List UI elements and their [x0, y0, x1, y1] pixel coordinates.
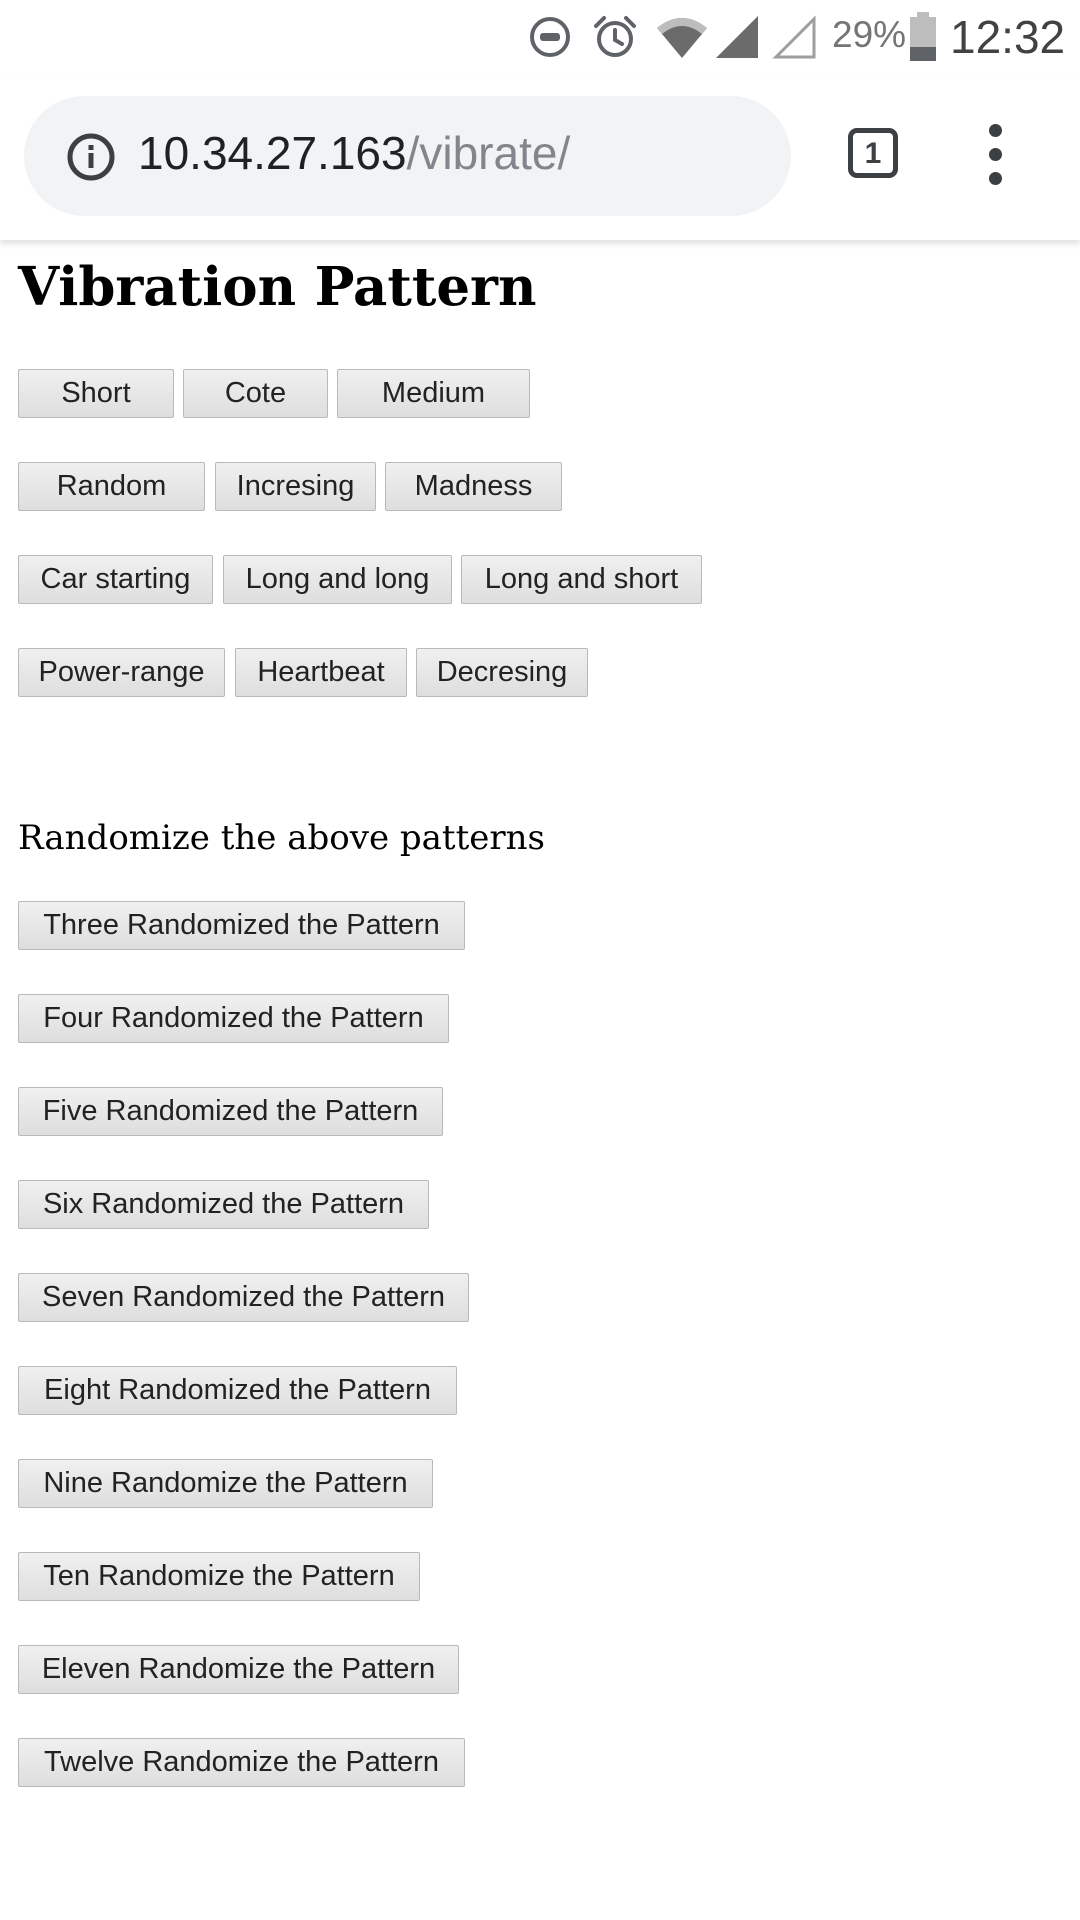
pattern-button-heartbeat[interactable]: Heartbeat: [235, 648, 407, 697]
pattern-button-power-range[interactable]: Power-range: [18, 648, 225, 697]
menu-dot: [989, 148, 1002, 161]
address-bar[interactable]: 10.34.27.163/vibrate/: [24, 96, 791, 216]
pattern-button-cote[interactable]: Cote: [183, 369, 328, 418]
page-title: Vibration Pattern: [18, 256, 537, 318]
pattern-button-short[interactable]: Short: [18, 369, 174, 418]
dnd-icon: [530, 17, 570, 57]
randomize-three-button[interactable]: Three Randomized the Pattern: [18, 901, 465, 950]
pattern-button-decresing[interactable]: Decresing: [416, 648, 588, 697]
pattern-button-incresing[interactable]: Incresing: [215, 462, 376, 511]
wifi-icon: [657, 18, 707, 58]
status-bar: 29% 12:32: [0, 0, 1080, 80]
signal-icon: [716, 16, 758, 58]
menu-dot: [989, 124, 1002, 137]
randomize-ten-button[interactable]: Ten Randomize the Pattern: [18, 1552, 420, 1601]
pattern-button-long-and-short[interactable]: Long and short: [461, 555, 702, 604]
browser-toolbar: 10.34.27.163/vibrate/ 1: [0, 80, 1080, 240]
url-host: 10.34.27.163: [138, 127, 407, 179]
alarm-icon: [594, 16, 636, 57]
randomize-six-button[interactable]: Six Randomized the Pattern: [18, 1180, 429, 1229]
url-text[interactable]: 10.34.27.163/vibrate/: [138, 126, 570, 180]
pattern-button-car-starting[interactable]: Car starting: [18, 555, 213, 604]
randomize-seven-button[interactable]: Seven Randomized the Pattern: [18, 1273, 469, 1322]
randomize-four-button[interactable]: Four Randomized the Pattern: [18, 994, 449, 1043]
battery-percent: 29%: [832, 14, 907, 55]
clock: 12:32: [950, 11, 1066, 63]
randomize-twelve-button[interactable]: Twelve Randomize the Pattern: [18, 1738, 465, 1787]
pattern-button-madness[interactable]: Madness: [385, 462, 562, 511]
menu-dot: [989, 172, 1002, 185]
info-icon[interactable]: [66, 132, 116, 182]
menu-icon[interactable]: [974, 124, 1018, 186]
pattern-button-long-and-long[interactable]: Long and long: [223, 555, 452, 604]
pattern-button-random[interactable]: Random: [18, 462, 205, 511]
randomize-five-button[interactable]: Five Randomized the Pattern: [18, 1087, 443, 1136]
tab-switcher-icon[interactable]: 1: [848, 128, 898, 178]
signal-empty-icon: [772, 15, 816, 59]
pattern-button-medium[interactable]: Medium: [337, 369, 530, 418]
randomize-eight-button[interactable]: Eight Randomized the Pattern: [18, 1366, 457, 1415]
battery-icon: [910, 12, 936, 61]
randomize-eleven-button[interactable]: Eleven Randomize the Pattern: [18, 1645, 459, 1694]
url-path: /vibrate/: [406, 127, 571, 179]
randomize-heading: Randomize the above patterns: [18, 818, 545, 858]
randomize-nine-button[interactable]: Nine Randomize the Pattern: [18, 1459, 433, 1508]
